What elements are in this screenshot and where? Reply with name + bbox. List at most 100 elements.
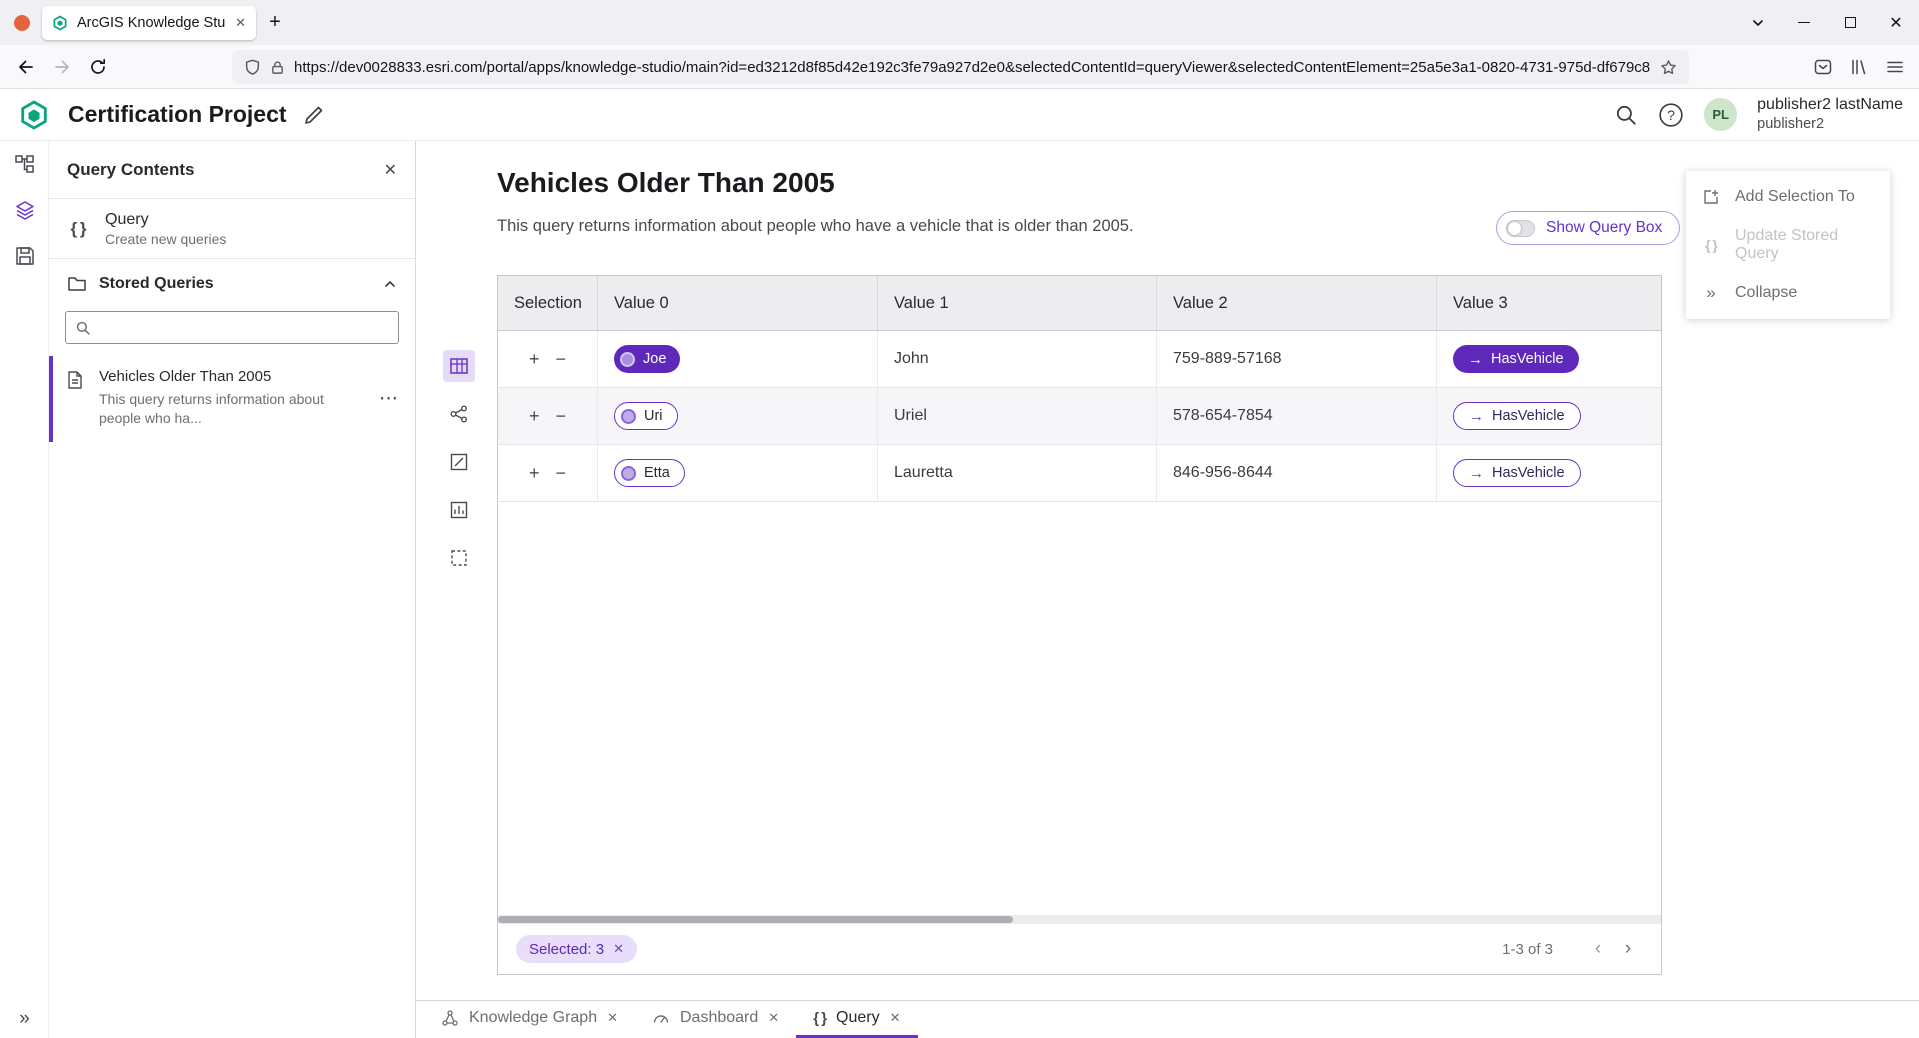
chevron-up-icon[interactable] [383, 277, 397, 291]
column-header[interactable]: Value 2 [1157, 276, 1437, 330]
map-view-icon[interactable] [443, 446, 475, 478]
forward-button[interactable] [44, 49, 80, 85]
pocket-icon[interactable] [1805, 49, 1841, 85]
left-rail: » [0, 141, 49, 1038]
scrollbar-thumb[interactable] [498, 916, 1013, 923]
column-header[interactable]: Selection [498, 276, 598, 330]
close-tab-icon[interactable]: ✕ [890, 1010, 901, 1026]
stored-query-item[interactable]: Vehicles Older Than 2005 This query retu… [49, 356, 415, 442]
relationship-pill[interactable]: → HasVehicle [1453, 345, 1579, 373]
next-page-icon[interactable]: › [1613, 938, 1643, 960]
expand-rail-icon[interactable]: » [0, 1008, 49, 1030]
bottom-tab-query[interactable]: { } Query ✕ [796, 1001, 917, 1038]
help-icon[interactable]: ? [1658, 102, 1684, 128]
minimize-button[interactable] [1781, 0, 1827, 45]
panel-close-icon[interactable]: ✕ [384, 160, 397, 180]
menu-item-update-stored-query[interactable]: { } Update Stored Query [1686, 221, 1890, 269]
table-row[interactable]: + − Etta Lauretta 846-956-8644 → HasVehi… [498, 445, 1661, 502]
entity-icon [620, 352, 635, 367]
link-chart-view-icon[interactable] [443, 398, 475, 430]
search-icon[interactable] [1614, 103, 1638, 127]
search-input[interactable] [99, 319, 389, 336]
toggle-label: Show Query Box [1546, 219, 1662, 237]
data-model-icon[interactable] [0, 141, 49, 187]
selection-tools-icon[interactable] [443, 542, 475, 574]
browser-navbar: https://dev0028833.esri.com/portal/apps/… [0, 45, 1919, 89]
user-name: publisher2 lastName [1757, 95, 1903, 115]
add-selection-button[interactable]: + [529, 407, 540, 425]
add-selection-button[interactable]: + [529, 464, 540, 482]
stored-query-title: Vehicles Older Than 2005 [99, 368, 351, 385]
stored-queries-header[interactable]: Stored Queries [49, 259, 415, 309]
table-row[interactable]: + − Uri Uriel 578-654-7854 → HasVehicle [498, 388, 1661, 445]
refresh-button[interactable] [80, 49, 116, 85]
table-cell: Uriel [878, 388, 1157, 444]
maximize-button[interactable] [1827, 0, 1873, 45]
tracking-shield-icon[interactable] [244, 59, 261, 76]
remove-selection-button[interactable]: − [556, 464, 567, 482]
layers-icon[interactable] [0, 187, 49, 233]
close-window-button[interactable]: ✕ [1873, 0, 1919, 45]
column-header[interactable]: Value 1 [878, 276, 1157, 330]
horizontal-scrollbar[interactable] [498, 915, 1661, 924]
url-text[interactable]: https://dev0028833.esri.com/portal/apps/… [294, 59, 1651, 76]
remove-selection-button[interactable]: − [556, 350, 567, 368]
previous-page-icon[interactable]: ‹ [1583, 938, 1613, 960]
save-icon[interactable] [0, 233, 49, 279]
add-selection-button[interactable]: + [529, 350, 540, 368]
user-info[interactable]: publisher2 lastName publisher2 [1757, 95, 1903, 133]
braces-icon: { } [1700, 237, 1722, 253]
new-query-item[interactable]: { } Query Create new queries [49, 199, 415, 259]
table-view-icon[interactable] [443, 350, 475, 382]
close-tab-icon[interactable]: ✕ [768, 1010, 779, 1026]
table-cell: → HasVehicle [1437, 445, 1661, 501]
relationship-pill[interactable]: → HasVehicle [1453, 459, 1581, 487]
column-header[interactable]: Value 0 [598, 276, 878, 330]
list-all-tabs-icon[interactable] [1735, 0, 1781, 45]
menu-item-collapse[interactable]: » Collapse [1686, 269, 1890, 317]
new-query-subtitle: Create new queries [105, 231, 226, 247]
back-button[interactable] [8, 49, 44, 85]
entity-pill[interactable]: Joe [614, 345, 680, 373]
menu-item-label: Update Stored Query [1735, 227, 1876, 263]
firefox-profile-icon[interactable] [14, 15, 30, 31]
edit-title-icon[interactable] [303, 104, 325, 126]
entity-label: Etta [644, 465, 670, 481]
remove-selection-button[interactable]: − [556, 407, 567, 425]
toggle-track[interactable] [1506, 220, 1535, 237]
arcgis-knowledge-logo-icon[interactable] [18, 99, 50, 131]
relationship-pill[interactable]: → HasVehicle [1453, 402, 1581, 430]
url-bar[interactable]: https://dev0028833.esri.com/portal/apps/… [232, 50, 1689, 84]
clear-selection-icon[interactable]: ✕ [613, 941, 624, 957]
library-icon[interactable] [1841, 49, 1877, 85]
close-tab-icon[interactable]: ✕ [607, 1010, 618, 1026]
table-cell: 759-889-57168 [1157, 331, 1437, 387]
menu-item-add-selection-to[interactable]: Add Selection To [1686, 173, 1890, 221]
new-tab-button[interactable]: + [256, 6, 294, 40]
table-row[interactable]: + − Joe John 759-889-57168 → HasVehicle [498, 331, 1661, 388]
column-header[interactable]: Value 3 [1437, 276, 1661, 330]
panel-title: Query Contents [67, 160, 384, 180]
cell-value: 759-889-57168 [1173, 350, 1282, 368]
show-query-box-toggle[interactable]: Show Query Box [1496, 211, 1680, 245]
bottom-tab-knowledge-graph[interactable]: Knowledge Graph ✕ [424, 1001, 635, 1038]
selected-count-chip[interactable]: Selected: 3 ✕ [516, 935, 637, 963]
browser-tab[interactable]: ArcGIS Knowledge Studio ✕ [42, 6, 256, 40]
avatar[interactable]: PL [1704, 98, 1737, 131]
stored-queries-search[interactable] [65, 311, 399, 344]
bookmark-star-icon[interactable] [1660, 59, 1677, 76]
tab-close-icon[interactable]: ✕ [235, 15, 246, 31]
entity-pill[interactable]: Uri [614, 402, 678, 430]
chart-view-icon[interactable] [443, 494, 475, 526]
lock-icon[interactable] [270, 60, 285, 75]
table-header-row: Selection Value 0 Value 1 Value 2 Value … [498, 276, 1661, 331]
item-options-ellipsis-icon[interactable]: ⋯ [379, 387, 399, 410]
project-title: Certification Project [68, 101, 287, 128]
table-cell: 846-956-8644 [1157, 445, 1437, 501]
selection-cell: + − [498, 388, 598, 444]
menu-item-label: Add Selection To [1735, 188, 1855, 206]
bottom-tab-dashboard[interactable]: Dashboard ✕ [635, 1001, 796, 1038]
selected-count-label: Selected: 3 [529, 941, 604, 958]
entity-pill[interactable]: Etta [614, 459, 685, 487]
menu-hamburger-icon[interactable] [1877, 49, 1913, 85]
